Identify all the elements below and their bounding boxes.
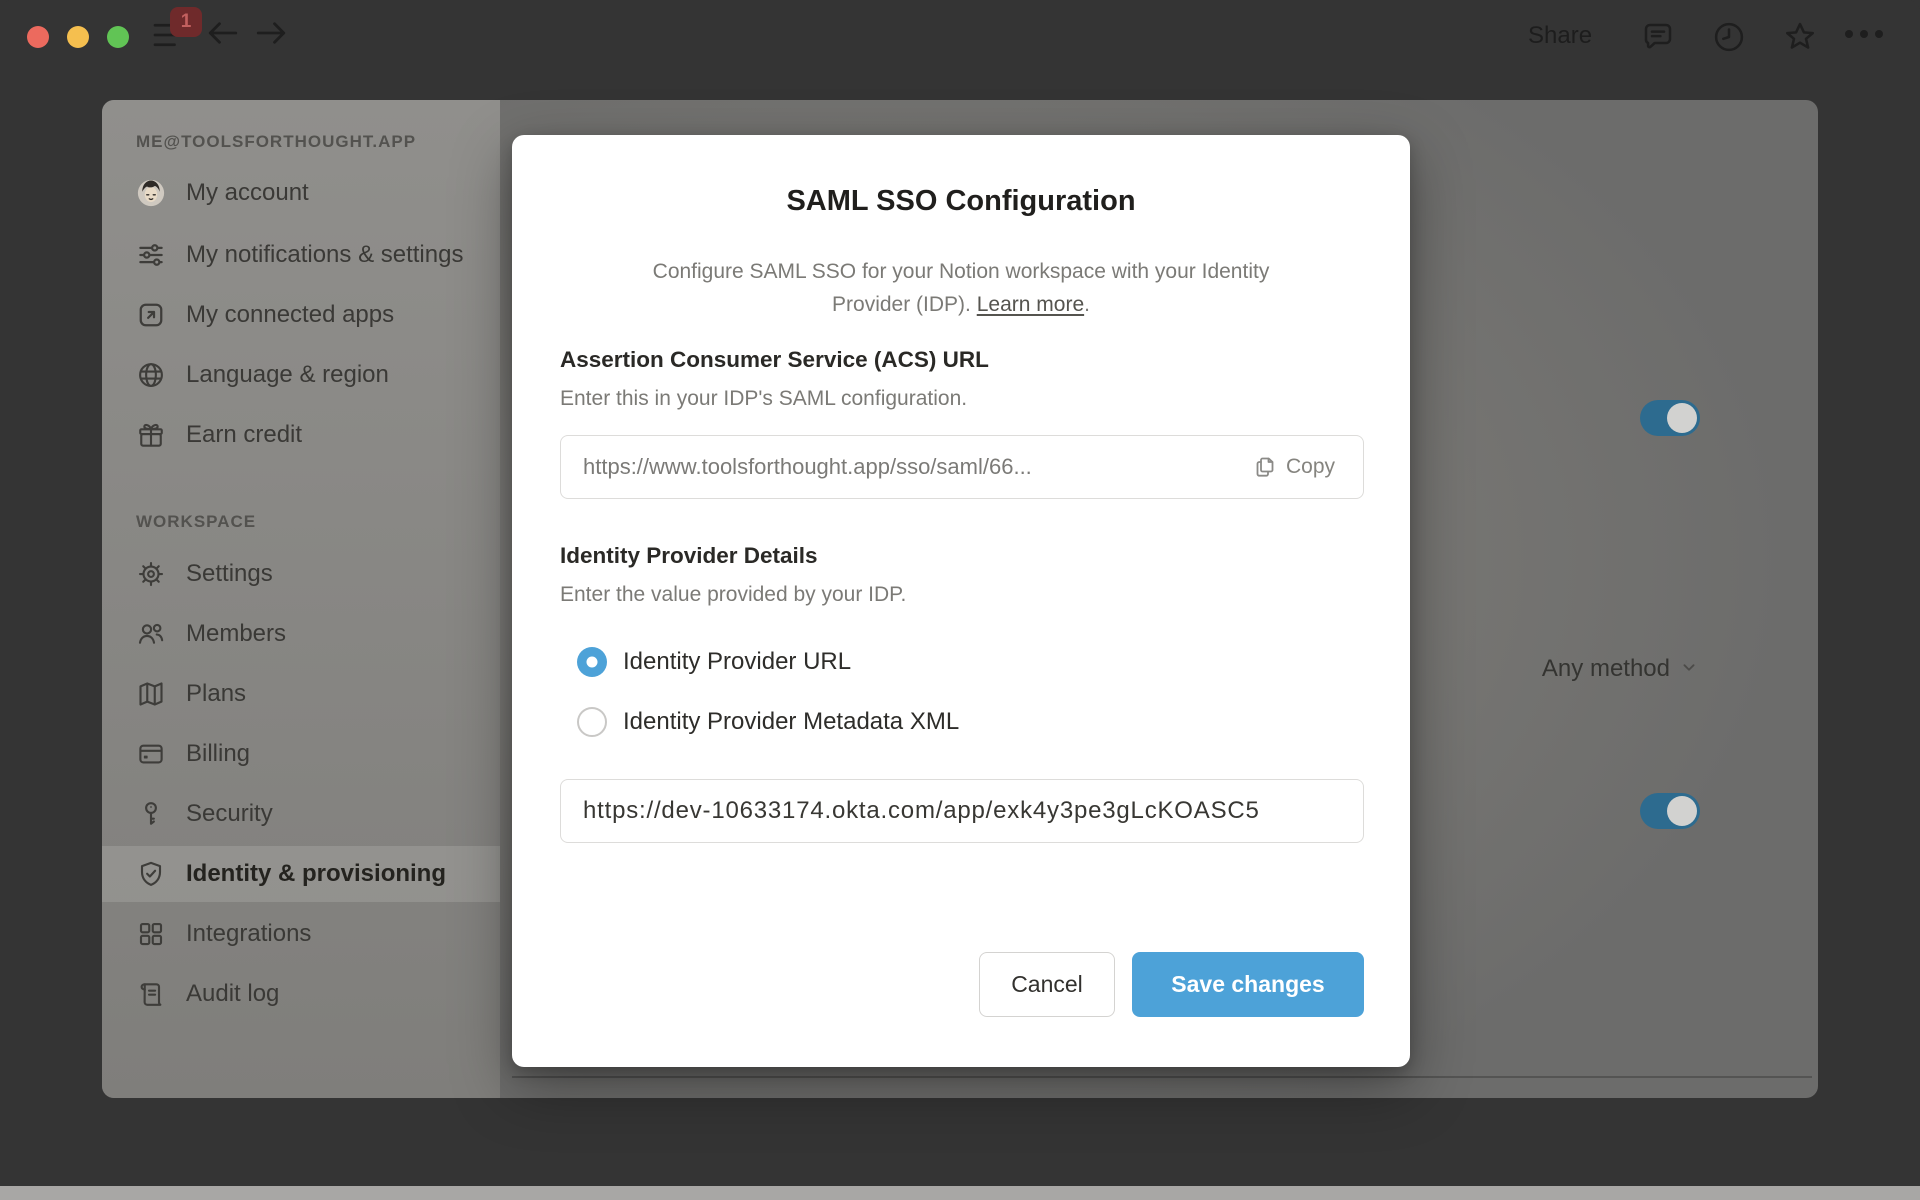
- comment-icon: [1644, 23, 1672, 49]
- avatar: [136, 178, 166, 208]
- dialog-title: SAML SSO Configuration: [786, 185, 1136, 217]
- subtitle-period: .: [1084, 293, 1090, 316]
- gear-icon: [136, 559, 166, 589]
- cancel-button[interactable]: Cancel: [979, 952, 1115, 1017]
- sidebar-item-label: Earn credit: [186, 421, 303, 448]
- sidebar-item-label: My notifications & settings: [186, 241, 464, 268]
- sidebar-item-audit-log[interactable]: Audit log: [102, 966, 500, 1022]
- toggle-knob: [1667, 403, 1697, 433]
- sidebar-item-label: Audit log: [186, 980, 280, 1007]
- sidebar-item-label: Settings: [186, 560, 273, 587]
- content-divider: [512, 1076, 1812, 1078]
- acs-url-description: Enter this in your IDP's SAML configurat…: [560, 387, 968, 410]
- sidebar-item-label: Identity & provisioning: [186, 860, 447, 887]
- arrow-up-right-square-icon: [136, 300, 166, 330]
- shield-check-icon: [136, 859, 166, 889]
- sidebar-item-connected-apps[interactable]: My connected apps: [102, 287, 500, 343]
- secondary-toggle[interactable]: [1640, 793, 1700, 829]
- updates-clock-button[interactable]: [1711, 19, 1747, 60]
- idp-details-heading: Identity Provider Details: [560, 543, 818, 568]
- share-button[interactable]: Share: [1528, 22, 1592, 50]
- sidebar-workspace-header: WORKSPACE: [136, 512, 257, 531]
- idp-details-description: Enter the value provided by your IDP.: [560, 583, 907, 606]
- acs-url-field[interactable]: https://www.toolsforthought.app/sso/saml…: [560, 435, 1364, 499]
- titlebar: 1 Share: [0, 0, 1920, 62]
- notification-badge: 1: [170, 7, 202, 37]
- close-window-button[interactable]: [27, 26, 49, 48]
- copy-button-label: Copy: [1285, 455, 1335, 478]
- sidebar-account-header: ME@TOOLSFORTHOUGHT.APP: [136, 132, 417, 151]
- grid-icon: [136, 919, 166, 949]
- sidebar-item-security[interactable]: Security: [102, 786, 500, 842]
- sidebar-item-language-region[interactable]: Language & region: [102, 347, 500, 403]
- sidebar-item-label: Integrations: [186, 920, 312, 947]
- map-icon: [136, 679, 166, 709]
- gift-icon: [136, 420, 166, 450]
- dialog-subtitle-text: Configure SAML SSO for your Notion works…: [652, 260, 1270, 316]
- sidebar-item-label: My connected apps: [186, 301, 395, 328]
- more-options-button[interactable]: [1845, 30, 1883, 38]
- idp-url-input[interactable]: [560, 779, 1364, 843]
- radio-idp-url[interactable]: Identity Provider URL: [577, 647, 851, 677]
- clock-icon: [1714, 22, 1744, 52]
- radio-idp-url-label: Identity Provider URL: [623, 648, 852, 675]
- sidebar-item-settings[interactable]: Settings: [102, 546, 500, 602]
- sidebar-item-identity-provisioning[interactable]: Identity & provisioning: [102, 846, 500, 902]
- favorite-button[interactable]: [1782, 19, 1818, 60]
- sidebar-item-notifications-settings[interactable]: My notifications & settings: [102, 227, 500, 283]
- people-icon: [136, 619, 166, 649]
- auth-method-value: Any method: [1541, 654, 1670, 682]
- dialog-actions: Cancel Save changes: [979, 952, 1364, 1017]
- comments-button[interactable]: [1640, 19, 1676, 60]
- radio-selected-icon[interactable]: [577, 647, 607, 677]
- learn-more-link[interactable]: Learn more: [977, 293, 1084, 316]
- toggle-knob: [1667, 796, 1697, 826]
- saml-sso-configuration-dialog: SAML SSO Configuration Configure SAML SS…: [512, 135, 1410, 1067]
- auth-method-dropdown[interactable]: Any method: [1542, 652, 1700, 685]
- acs-url-heading: Assertion Consumer Service (ACS) URL: [560, 347, 989, 372]
- scroll-icon: [136, 979, 166, 1009]
- back-button[interactable]: [206, 20, 240, 51]
- sidebar-item-billing[interactable]: Billing: [102, 726, 500, 782]
- arrow-left-icon: [208, 22, 238, 44]
- app-window: 1 Share ME@TOOLSFORTHOUGHT.APP My accoun…: [0, 0, 1920, 1200]
- globe-icon: [136, 360, 166, 390]
- ellipsis-icon: [1875, 30, 1883, 38]
- ellipsis-icon: [1860, 30, 1868, 38]
- zoom-window-button[interactable]: [107, 26, 129, 48]
- key-icon: [136, 799, 166, 829]
- radio-idp-metadata-xml[interactable]: Identity Provider Metadata XML: [577, 707, 959, 737]
- sidebar-item-label: Plans: [186, 680, 247, 707]
- sliders-icon: [136, 240, 166, 270]
- bottom-edge-strip: [0, 1186, 1920, 1200]
- ellipsis-icon: [1845, 30, 1853, 38]
- sidebar-item-label: Security: [186, 800, 273, 827]
- sidebar-item-label: My account: [186, 179, 309, 206]
- radio-unselected-icon[interactable]: [577, 707, 607, 737]
- sidebar-item-my-account[interactable]: My account: [102, 165, 500, 221]
- minimize-window-button[interactable]: [67, 26, 89, 48]
- settings-sidebar: ME@TOOLSFORTHOUGHT.APP My account My not…: [102, 100, 500, 1098]
- acs-url-value: https://www.toolsforthought.app/sso/saml…: [583, 454, 1032, 479]
- sidebar-item-label: Billing: [186, 740, 251, 767]
- save-changes-button[interactable]: Save changes: [1132, 952, 1364, 1017]
- chevron-down-icon: [1678, 656, 1700, 685]
- credit-card-icon: [136, 739, 166, 769]
- sidebar-item-earn-credit[interactable]: Earn credit: [102, 407, 500, 463]
- dialog-subtitle: Configure SAML SSO for your Notion works…: [651, 255, 1271, 321]
- sidebar-item-members[interactable]: Members: [102, 606, 500, 662]
- radio-idp-metadata-label: Identity Provider Metadata XML: [623, 708, 960, 735]
- copy-button[interactable]: Copy: [1247, 454, 1341, 480]
- sidebar-item-plans[interactable]: Plans: [102, 666, 500, 722]
- arrow-right-icon: [256, 22, 286, 44]
- sidebar-item-integrations[interactable]: Integrations: [102, 906, 500, 962]
- sidebar-item-label: Members: [186, 620, 287, 647]
- forward-button[interactable]: [254, 20, 288, 51]
- copy-icon: [1253, 455, 1277, 479]
- sidebar-item-label: Language & region: [186, 361, 389, 388]
- saml-sso-toggle[interactable]: [1640, 400, 1700, 436]
- star-icon: [1785, 22, 1815, 49]
